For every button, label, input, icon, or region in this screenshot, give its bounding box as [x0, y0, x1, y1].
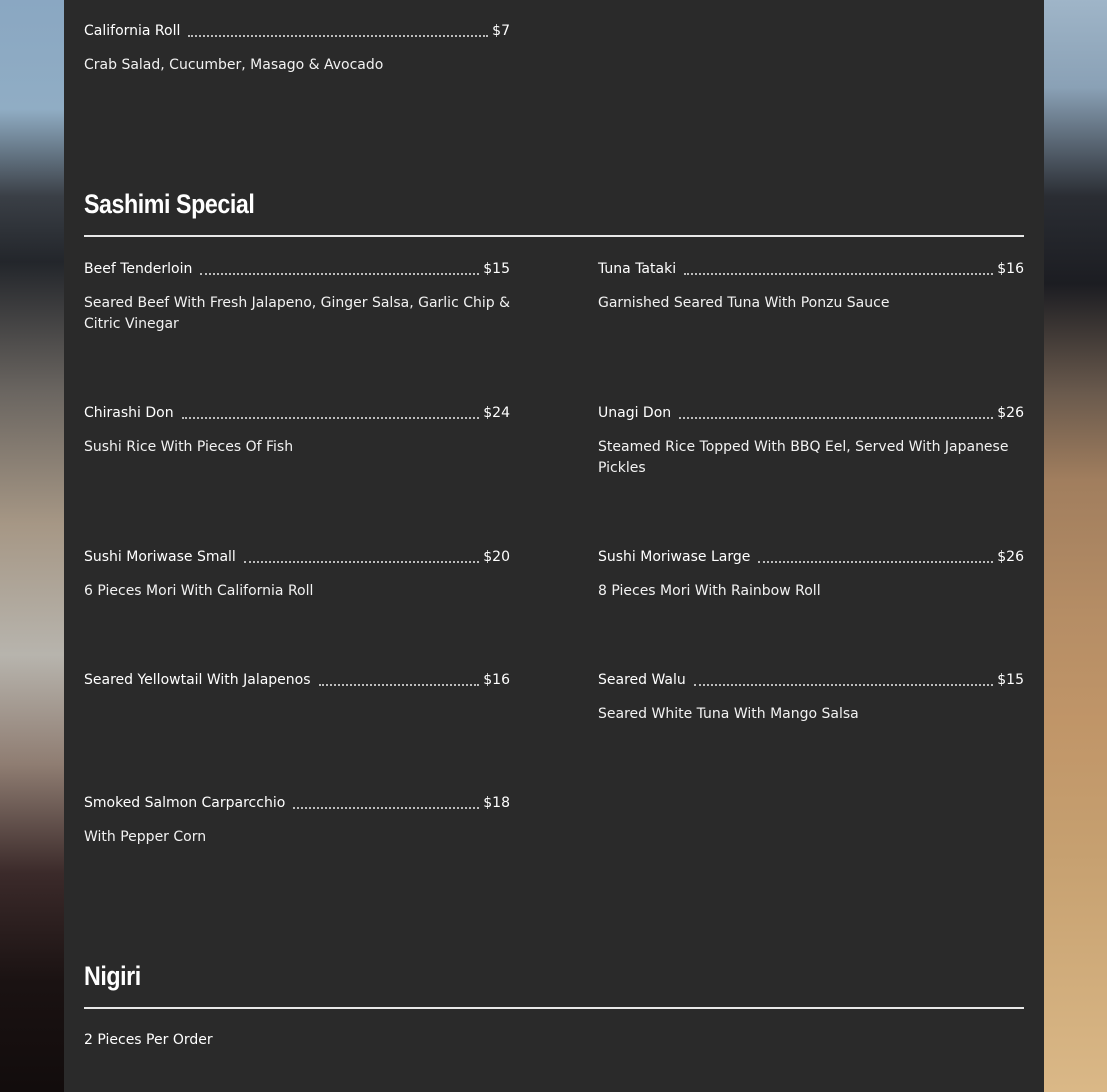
menu-item-header: Sushi Moriwase Large $26 [598, 548, 1024, 566]
dot-leader [684, 269, 994, 275]
dot-leader [758, 557, 994, 563]
menu-item-header: Seared Yellowtail With Jalapenos $16 [84, 671, 510, 689]
menu-item-description: Garnished Seared Tuna With Ponzu Sauce [598, 295, 890, 311]
menu-item-price: $18 [483, 795, 510, 811]
menu-item-description: Seared White Tuna With Mango Salsa [598, 706, 859, 722]
menu-item-name: Seared Yellowtail With Jalapenos [84, 672, 311, 688]
menu-item-price: $16 [997, 261, 1024, 277]
menu-item-header: California Roll $7 [84, 22, 510, 40]
menu-item: Seared Walu $15 Seared White Tuna With M… [598, 671, 1024, 725]
menu-item-header: Beef Tenderloin $15 [84, 260, 510, 278]
section-title-nigiri: Nigiri [84, 961, 141, 991]
menu-item-description: Sushi Rice With Pieces Of Fish [84, 439, 294, 455]
menu-item-description: 6 Pieces Mori With California Roll [84, 583, 314, 599]
menu-item-price: $15 [483, 261, 510, 277]
menu-item: California Roll $7 Crab Salad, Cucumber,… [84, 22, 510, 76]
menu-item-name: Chirashi Don [84, 405, 174, 421]
menu-item: Unagi Don $26 Steamed Rice Topped With B… [598, 404, 1024, 479]
menu-item-name: Seared Walu [598, 672, 686, 688]
dot-leader [679, 413, 994, 419]
menu-item-price: $26 [997, 549, 1024, 565]
menu-item: Seared Yellowtail With Jalapenos $16 [84, 671, 510, 689]
dot-leader [188, 31, 489, 37]
dot-leader [293, 803, 480, 809]
dot-leader [243, 557, 480, 563]
menu-item-price: $24 [483, 405, 510, 421]
menu-item-price: $15 [997, 672, 1024, 688]
menu-item: Tuna Tataki $16 Garnished Seared Tuna Wi… [598, 260, 1024, 314]
nigiri-note: 2 Pieces Per Order [84, 1032, 213, 1048]
menu-item-name: Sushi Moriwase Large [598, 549, 751, 565]
menu-item-name: California Roll [84, 23, 181, 39]
menu-panel: California Roll $7 Crab Salad, Cucumber,… [64, 0, 1044, 1092]
section-divider [84, 1007, 1024, 1009]
menu-item-price: $26 [997, 405, 1024, 421]
section-divider [84, 235, 1024, 237]
menu-item-description: 8 Pieces Mori With Rainbow Roll [598, 583, 821, 599]
menu-item-price: $7 [492, 23, 510, 39]
menu-item-description: Crab Salad, Cucumber, Masago & Avocado [84, 57, 384, 73]
menu-item-name: Sushi Moriwase Small [84, 549, 236, 565]
menu-item-name: Unagi Don [598, 405, 672, 421]
dot-leader [693, 680, 994, 686]
menu-item: Sushi Moriwase Large $26 8 Pieces Mori W… [598, 548, 1024, 602]
menu-item-header: Smoked Salmon Carparcchio $18 [84, 794, 510, 812]
dot-leader [181, 413, 480, 419]
menu-item: Beef Tenderloin $15 Seared Beef With Fre… [84, 260, 510, 335]
menu-item: Sushi Moriwase Small $20 6 Pieces Mori W… [84, 548, 510, 602]
menu-item: Smoked Salmon Carparcchio $18 With Peppe… [84, 794, 510, 848]
dot-leader [318, 680, 480, 686]
menu-item-header: Sushi Moriwase Small $20 [84, 548, 510, 566]
menu-item-header: Seared Walu $15 [598, 671, 1024, 689]
menu-item-price: $20 [483, 549, 510, 565]
section-title-sashimi: Sashimi Special [84, 189, 255, 219]
menu-item-header: Unagi Don $26 [598, 404, 1024, 422]
menu-item-name: Smoked Salmon Carparcchio [84, 795, 286, 811]
menu-item-name: Tuna Tataki [598, 261, 677, 277]
menu-item-name: Beef Tenderloin [84, 261, 193, 277]
menu-item: Chirashi Don $24 Sushi Rice With Pieces … [84, 404, 510, 458]
menu-item-header: Chirashi Don $24 [84, 404, 510, 422]
menu-item-description: Steamed Rice Topped With BBQ Eel, Served… [598, 439, 1009, 476]
menu-item-description: Seared Beef With Fresh Jalapeno, Ginger … [84, 295, 511, 332]
background-photo-right [1044, 0, 1107, 1092]
menu-item-price: $16 [483, 672, 510, 688]
dot-leader [200, 269, 480, 275]
menu-item-description: With Pepper Corn [84, 829, 207, 845]
menu-item-header: Tuna Tataki $16 [598, 260, 1024, 278]
